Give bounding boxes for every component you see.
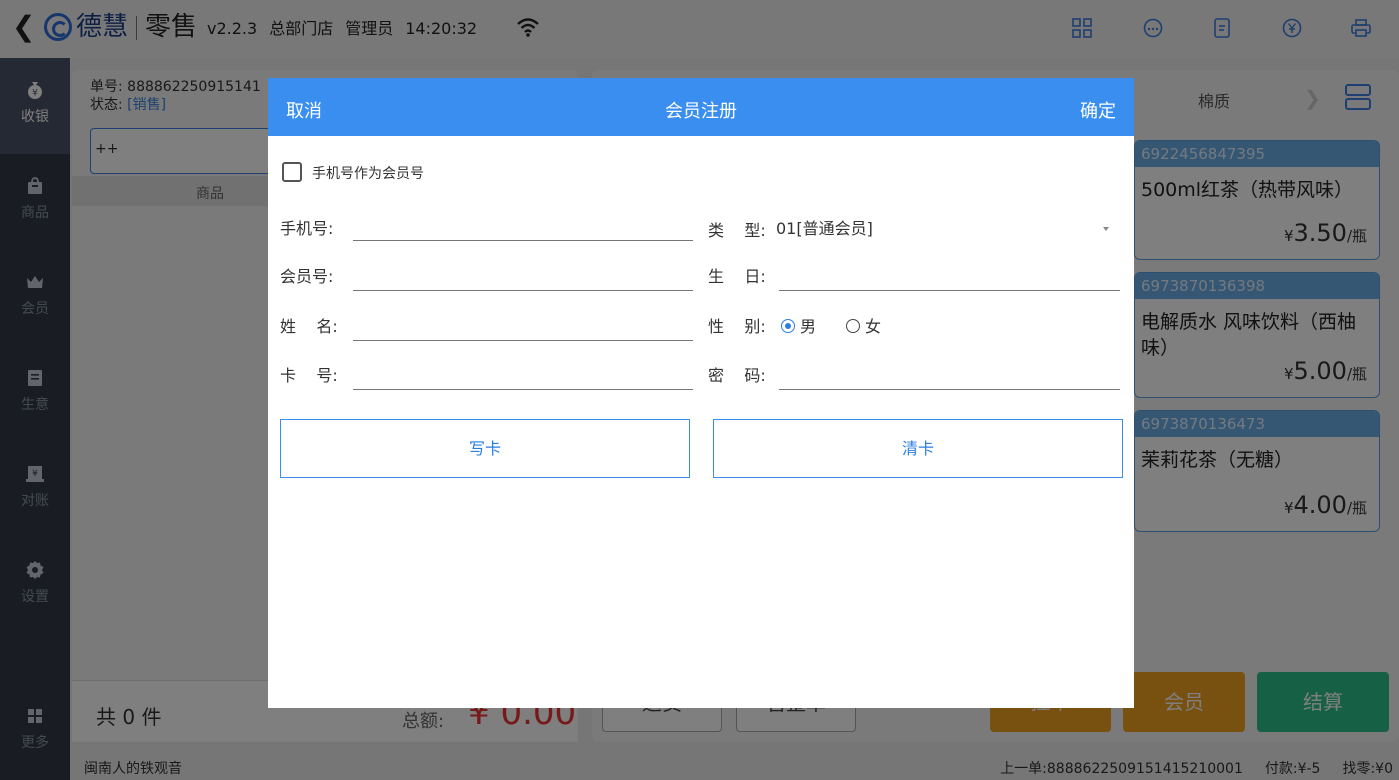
dropdown-arrow-icon[interactable] — [1103, 227, 1109, 231]
use-phone-checkbox[interactable] — [282, 162, 302, 182]
gender-female-label: 女 — [865, 317, 882, 336]
gender-label: 性 别: — [708, 317, 766, 336]
confirm-button[interactable]: 确定 — [1080, 97, 1116, 123]
gender-male-radio[interactable] — [781, 319, 795, 333]
use-phone-label: 手机号作为会员号 — [312, 166, 424, 182]
phone-label: 手机号: — [280, 219, 334, 238]
password-input[interactable] — [779, 366, 1120, 390]
birthday-input[interactable] — [779, 267, 1120, 291]
password-label: 密 码: — [708, 366, 766, 385]
gender-male-label: 男 — [800, 317, 817, 336]
name-input[interactable] — [353, 317, 693, 341]
type-label: 类 型: — [708, 221, 766, 240]
type-select[interactable]: 01[普通会员] — [776, 219, 873, 239]
clear-card-button[interactable]: 清卡 — [713, 419, 1123, 478]
phone-input[interactable] — [353, 217, 693, 241]
card-no-input[interactable] — [353, 366, 693, 390]
name-label: 姓 名: — [280, 317, 338, 336]
gender-female-radio[interactable] — [846, 319, 860, 333]
dialog-title: 会员注册 — [665, 101, 737, 122]
member-no-label: 会员号: — [280, 267, 334, 286]
member-no-input[interactable] — [353, 267, 693, 291]
birthday-label: 生 日: — [708, 267, 766, 286]
member-register-dialog: 取消 会员注册 确定 手机号作为会员号 手机号: 会员号: 姓 名: 卡 号: … — [268, 78, 1134, 708]
write-card-button[interactable]: 写卡 — [280, 419, 690, 478]
dialog-header: 取消 会员注册 确定 — [268, 78, 1134, 136]
card-no-label: 卡 号: — [280, 366, 338, 385]
